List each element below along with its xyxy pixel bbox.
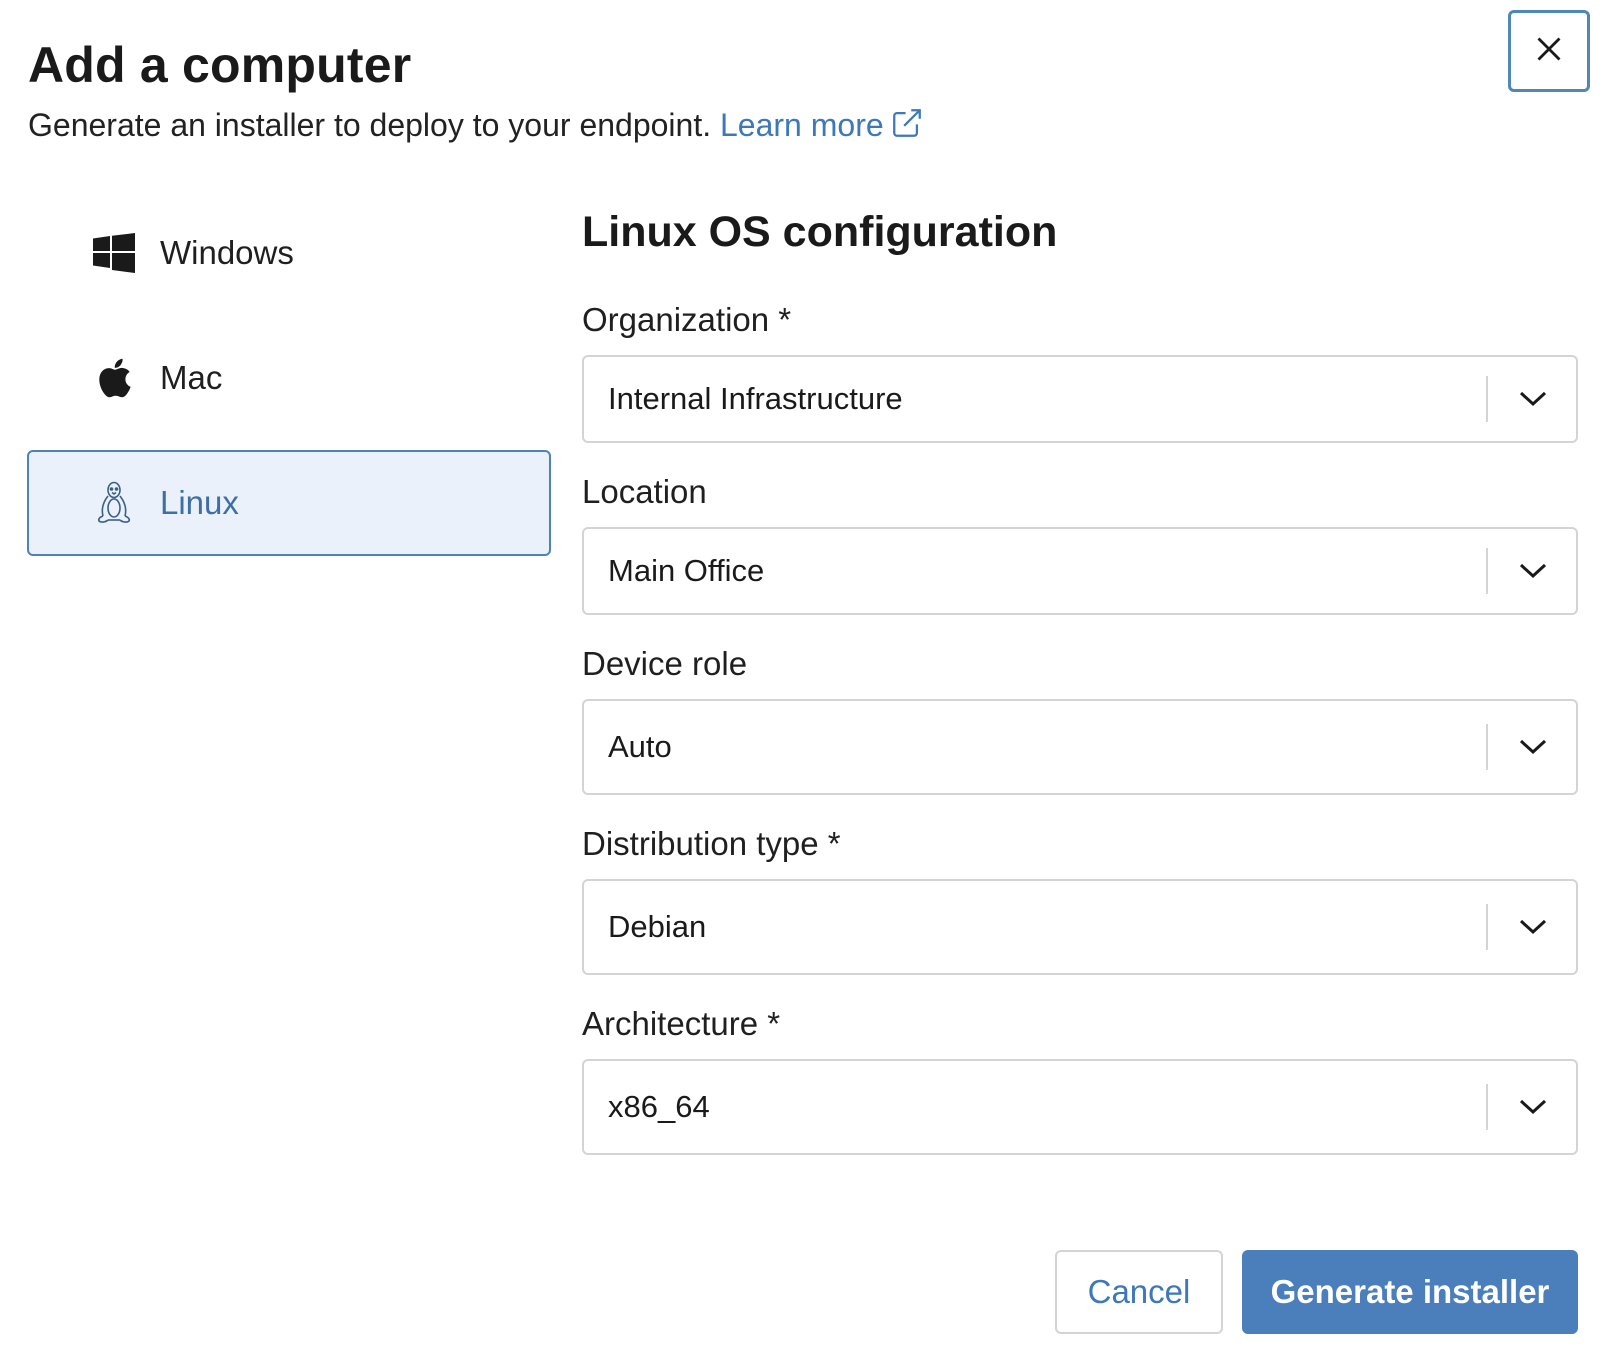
location-value: Main Office <box>608 553 765 588</box>
os-selector: Windows Mac Linux <box>27 200 551 575</box>
select-divider <box>1486 548 1488 594</box>
os-option-mac[interactable]: Mac <box>27 325 551 431</box>
architecture-value: x86_64 <box>608 1089 710 1124</box>
chevron-down-icon <box>1518 556 1548 586</box>
architecture-field: Architecture * x86_64 <box>582 1005 1578 1155</box>
os-label-windows: Windows <box>160 234 294 271</box>
learn-more-label: Learn more <box>720 107 884 143</box>
select-divider <box>1486 904 1488 950</box>
location-label: Location <box>582 473 707 510</box>
select-divider <box>1486 724 1488 770</box>
organization-field: Organization * Internal Infrastructure <box>582 301 1578 443</box>
os-option-linux[interactable]: Linux <box>27 450 551 556</box>
dialog-subtitle: Generate an installer to deploy to your … <box>28 106 924 148</box>
distribution-type-field: Distribution type * Debian <box>582 825 1578 975</box>
os-label-linux: Linux <box>160 484 239 521</box>
chevron-down-icon <box>1518 912 1548 942</box>
dialog-title: Add a computer <box>28 37 412 93</box>
subtitle-text: Generate an installer to deploy to your … <box>28 107 712 143</box>
architecture-select[interactable]: x86_64 <box>582 1059 1578 1155</box>
device-role-select[interactable]: Auto <box>582 699 1578 795</box>
organization-label: Organization * <box>582 301 792 338</box>
os-label-mac: Mac <box>160 359 223 396</box>
windows-icon <box>92 231 136 275</box>
organization-select[interactable]: Internal Infrastructure <box>582 355 1578 443</box>
chevron-down-icon <box>1518 732 1548 762</box>
chevron-down-icon <box>1518 1092 1548 1122</box>
location-field: Location Main Office <box>582 473 1578 615</box>
close-icon <box>1535 35 1563 68</box>
select-divider <box>1486 376 1488 422</box>
generate-installer-button[interactable]: Generate installer <box>1242 1250 1578 1334</box>
organization-value: Internal Infrastructure <box>608 381 903 416</box>
distribution-type-value: Debian <box>608 909 707 944</box>
cancel-button[interactable]: Cancel <box>1055 1250 1223 1334</box>
location-select[interactable]: Main Office <box>582 527 1578 615</box>
os-configuration-panel: Linux OS configuration Organization * In… <box>582 208 1578 1185</box>
external-link-icon <box>890 106 924 148</box>
os-option-windows[interactable]: Windows <box>27 200 551 306</box>
device-role-field: Device role Auto <box>582 645 1578 795</box>
select-divider <box>1486 1084 1488 1130</box>
distribution-type-label: Distribution type * <box>582 825 841 862</box>
close-button[interactable] <box>1508 10 1590 92</box>
device-role-label: Device role <box>582 645 748 682</box>
architecture-label: Architecture * <box>582 1005 781 1042</box>
config-title: Linux OS configuration <box>582 208 1058 256</box>
linux-penguin-icon <box>92 481 136 525</box>
learn-more-link[interactable]: Learn more <box>720 107 924 143</box>
apple-icon <box>92 356 136 400</box>
chevron-down-icon <box>1518 384 1548 414</box>
distribution-type-select[interactable]: Debian <box>582 879 1578 975</box>
device-role-value: Auto <box>608 729 672 764</box>
add-computer-dialog: Add a computer Generate an installer to … <box>0 0 1602 1356</box>
